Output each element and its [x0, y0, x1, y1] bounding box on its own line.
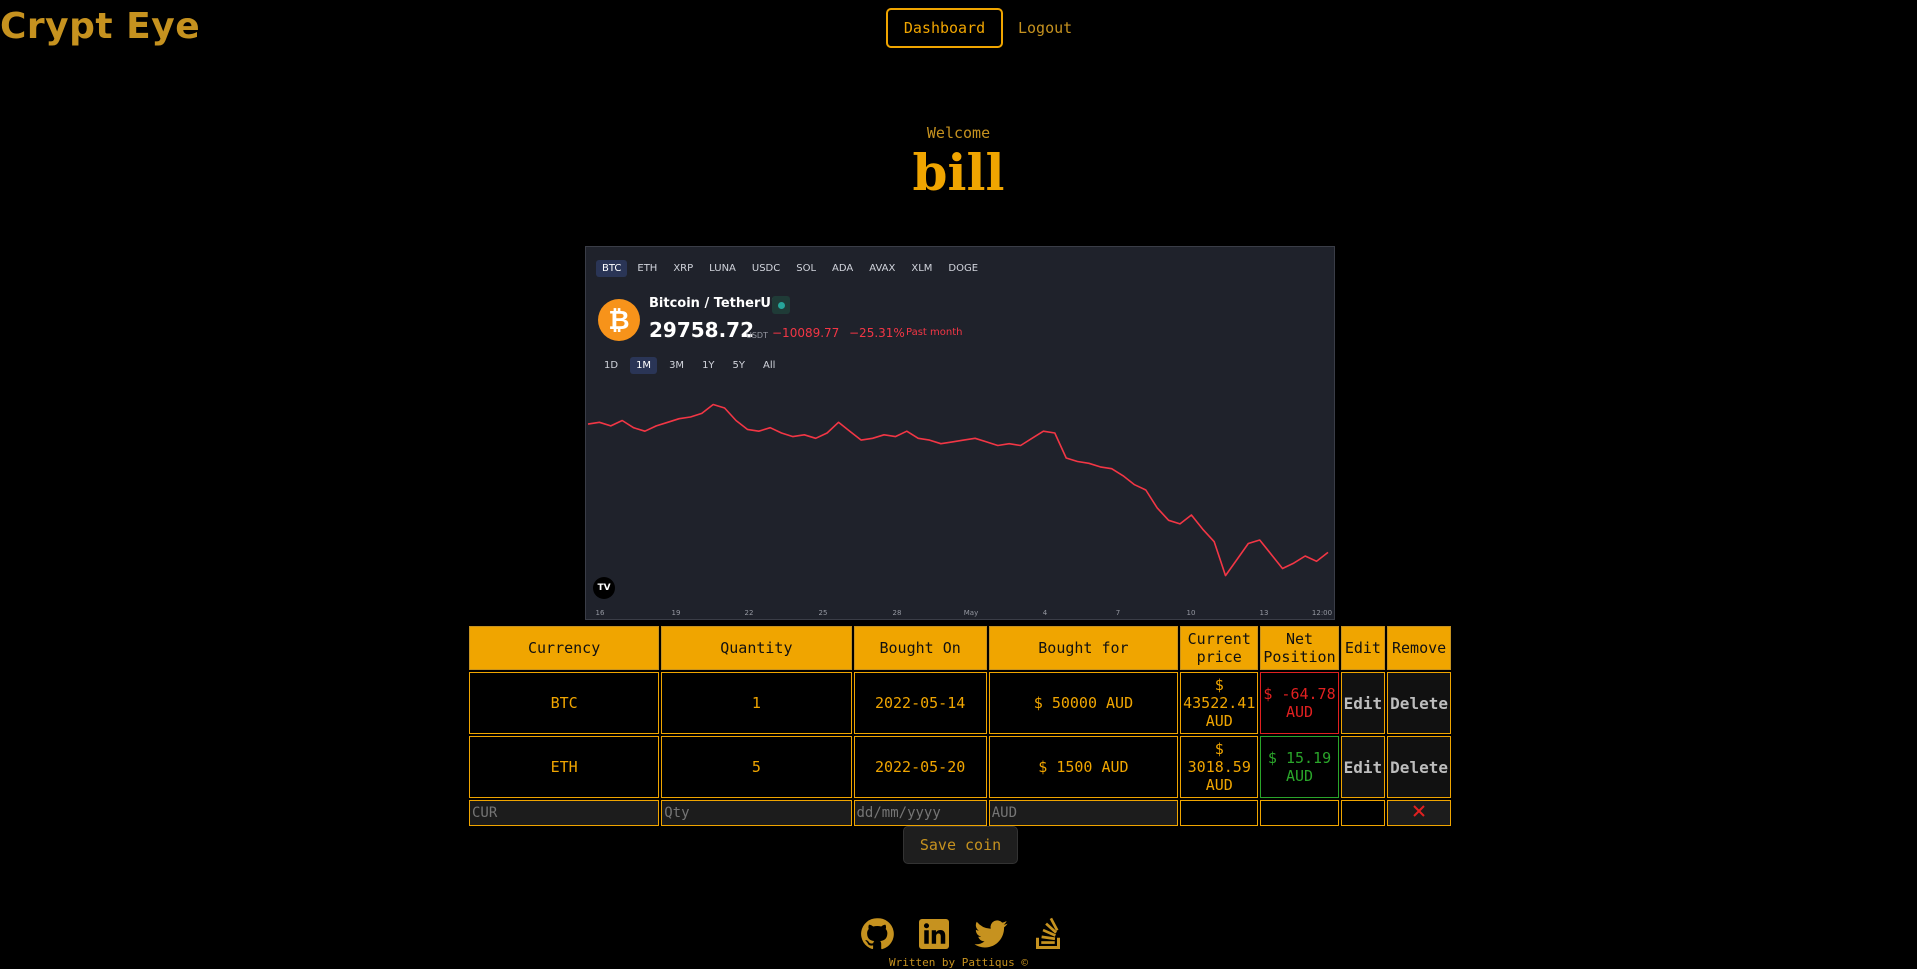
- cell-bought-for: $ 1500 AUD: [988, 736, 1179, 798]
- x-tick-label: 16: [595, 609, 605, 617]
- price-change: −10089.77: [772, 326, 840, 340]
- bought-for-input[interactable]: [989, 802, 1178, 824]
- range-tab-1y[interactable]: 1Y: [696, 357, 720, 374]
- stackoverflow-icon[interactable]: [1030, 916, 1066, 952]
- cell-currency: ETH: [469, 736, 660, 798]
- top-nav: Dashboard Logout: [886, 8, 1072, 48]
- x-tick-label: 25: [818, 609, 828, 617]
- cell-quantity: 1: [661, 672, 852, 734]
- price-chart-widget: BTC ETH XRP LUNA USDC SOL ADA AVAX XLM DOGE ₿ Bit…: [585, 246, 1335, 620]
- cell-current-price: $ 3018.59 AUD: [1180, 736, 1259, 798]
- price-line-chart[interactable]: [586, 387, 1334, 607]
- column-header-currency: Currency: [469, 626, 660, 670]
- tradingview-logo-icon[interactable]: TV: [593, 577, 615, 599]
- social-links: [859, 916, 1087, 952]
- cell-currency: BTC: [469, 672, 660, 734]
- cell-quantity: 5: [661, 736, 852, 798]
- date-input-cell: [853, 800, 987, 826]
- x-tick-label: 28: [892, 609, 902, 617]
- pair-name: Bitcoin / TetherUS: [649, 296, 781, 311]
- cell-bought-on: 2022-05-20: [853, 736, 987, 798]
- table-row: ETH 5 2022-05-20 $ 1500 AUD $ 3018.59 AUD $ 1…: [469, 736, 1451, 798]
- column-header-bought-for: Bought for: [988, 626, 1179, 670]
- x-tick-label: 7: [1115, 609, 1121, 617]
- edit-blank-cell: [1340, 800, 1386, 826]
- symbol-tab-doge[interactable]: DOGE: [942, 260, 984, 277]
- symbol-tabs: BTC ETH XRP LUNA USDC SOL ADA AVAX XLM DOGE: [596, 260, 988, 277]
- range-tab-all[interactable]: All: [757, 357, 781, 374]
- period-label: Past month: [906, 327, 963, 338]
- range-tab-1m[interactable]: 1M: [630, 357, 658, 374]
- x-tick-label: May: [963, 609, 979, 617]
- symbol-tab-ada[interactable]: ADA: [826, 260, 859, 277]
- cell-current-price: $ 43522.41 AUD: [1180, 672, 1259, 734]
- currency-input[interactable]: [470, 802, 659, 824]
- twitter-icon[interactable]: [973, 916, 1009, 952]
- symbol-tab-eth[interactable]: ETH: [631, 260, 663, 277]
- x-tick-label: 19: [671, 609, 681, 617]
- x-tick-label: 13: [1259, 609, 1269, 617]
- column-header-bought-on: Bought On: [853, 626, 987, 670]
- column-header-edit: Edit: [1340, 626, 1386, 670]
- column-header-net-position: Net Position: [1260, 626, 1339, 670]
- cell-bought-on: 2022-05-14: [853, 672, 987, 734]
- close-icon[interactable]: [1412, 804, 1426, 818]
- column-header-current-price: Current price: [1180, 626, 1259, 670]
- edit-button[interactable]: Edit: [1340, 672, 1386, 734]
- price-series-line: [587, 403, 1329, 577]
- current-price: 29758.72: [649, 318, 755, 342]
- cancel-new-coin-cell[interactable]: [1387, 800, 1451, 826]
- edit-button[interactable]: Edit: [1340, 736, 1386, 798]
- column-header-remove: Remove: [1387, 626, 1451, 670]
- cell-bought-for: $ 50000 AUD: [988, 672, 1179, 734]
- new-coin-row: [469, 800, 1451, 826]
- symbol-tab-usdc[interactable]: USDC: [746, 260, 786, 277]
- delete-button[interactable]: Delete: [1387, 672, 1451, 734]
- x-tick-label: 12:00: [1311, 609, 1333, 617]
- logout-link[interactable]: Logout: [1018, 19, 1072, 37]
- symbol-tab-btc[interactable]: BTC: [596, 260, 628, 277]
- welcome-label: Welcome: [926, 124, 991, 142]
- table-header-row: Currency Quantity Bought On Bought for Curre…: [469, 626, 1451, 670]
- x-tick-label: 10: [1186, 609, 1196, 617]
- range-tab-1d[interactable]: 1D: [598, 357, 624, 374]
- symbol-tab-xrp[interactable]: XRP: [667, 260, 699, 277]
- x-tick-label: 22: [744, 609, 754, 617]
- holdings-table: Currency Quantity Bought On Bought for Curre…: [467, 624, 1453, 828]
- dashboard-button[interactable]: Dashboard: [886, 8, 1003, 48]
- x-tick-label: 4: [1042, 609, 1048, 617]
- live-status-icon: [772, 296, 790, 314]
- range-tab-5y[interactable]: 5Y: [727, 357, 751, 374]
- range-tab-3m[interactable]: 3M: [663, 357, 690, 374]
- symbol-tab-avax[interactable]: AVAX: [863, 260, 901, 277]
- footer-credit: Written by Pattiqus ©: [888, 956, 1029, 969]
- date-input[interactable]: [854, 802, 986, 824]
- github-icon[interactable]: [859, 916, 895, 952]
- column-header-quantity: Quantity: [661, 626, 852, 670]
- price-unit: USDT: [746, 331, 768, 340]
- symbol-tab-luna[interactable]: LUNA: [703, 260, 742, 277]
- current-price-blank-cell: [1180, 800, 1259, 826]
- quantity-input-cell: [661, 800, 852, 826]
- currency-input-cell: [469, 800, 660, 826]
- brand-logo[interactable]: Crypt Eye: [0, 6, 200, 47]
- symbol-tab-sol[interactable]: SOL: [790, 260, 822, 277]
- symbol-tab-xlm[interactable]: XLM: [905, 260, 938, 277]
- x-axis: 16 19 22 25 28 May 4 7 10 13 12:00: [586, 609, 1336, 619]
- cell-net-position: $ 15.19 AUD: [1260, 736, 1339, 798]
- cell-net-position: $ -64.78 AUD: [1260, 672, 1339, 734]
- net-position-blank-cell: [1260, 800, 1339, 826]
- save-coin-button[interactable]: Save coin: [903, 826, 1018, 864]
- table-row: BTC 1 2022-05-14 $ 50000 AUD $ 43522.41 AUD $…: [469, 672, 1451, 734]
- linkedin-icon[interactable]: [916, 916, 952, 952]
- price-change-percent: −25.31%: [849, 326, 905, 340]
- username-heading: bill: [912, 143, 1005, 202]
- quantity-input[interactable]: [662, 802, 851, 824]
- delete-button[interactable]: Delete: [1387, 736, 1451, 798]
- bought-for-input-cell: [988, 800, 1179, 826]
- bitcoin-icon: ₿: [598, 299, 640, 341]
- range-tabs: 1D 1M 3M 1Y 5Y All: [598, 357, 787, 374]
